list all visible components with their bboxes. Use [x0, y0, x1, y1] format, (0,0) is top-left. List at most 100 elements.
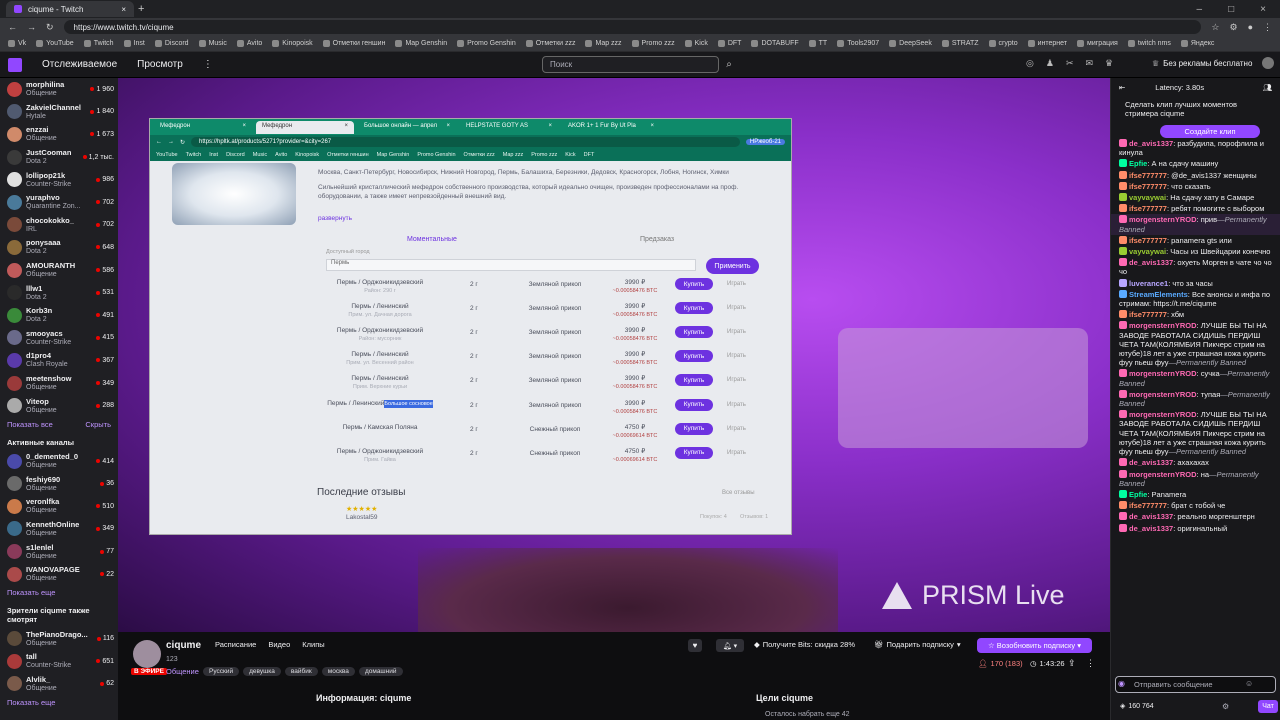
turbo-button[interactable]: ♕ Без рекламы бесплатно — [1152, 57, 1275, 69]
close-tab-icon[interactable]: × — [121, 5, 126, 14]
chat-username[interactable]: morgensternYROD — [1129, 215, 1197, 224]
star-icon[interactable]: ☆ — [1211, 22, 1219, 33]
gift-sub-button[interactable]: 🎁︎ Подарить подписку ▾ — [874, 640, 961, 649]
sidebar-channel[interactable]: IVANOVAPAGE Общение 22 — [0, 563, 118, 586]
sidebar-channel[interactable]: Viteop Общение 288 — [0, 394, 118, 417]
chat-username[interactable]: ifse777777 — [1129, 204, 1167, 213]
nav-following[interactable]: Отслеживаемое — [42, 59, 117, 70]
show-more-active[interactable]: Показать еще — [0, 585, 118, 600]
sidebar-channel[interactable]: Alvlik_ Общение 62 — [0, 673, 118, 696]
sidebar-channel[interactable]: ZakvielChannel Hytale 1 840 — [0, 101, 118, 124]
chat-username[interactable]: morgensternYROD — [1129, 390, 1197, 399]
moderation-icon[interactable]: ◎ — [1026, 58, 1034, 69]
chat-username[interactable]: de_avis1337 — [1129, 258, 1173, 267]
reload-icon[interactable]: ↻ — [46, 22, 54, 33]
search-input[interactable]: Поиск — [542, 56, 719, 73]
chat-badge-icon[interactable]: ◉ — [1118, 679, 1125, 688]
bookmark-item[interactable]: Kinopoisk — [272, 40, 313, 47]
bookmark-item[interactable]: Map Genshin — [395, 40, 447, 47]
chat-send-button[interactable]: Чат — [1258, 700, 1278, 713]
bookmark-item[interactable]: TT — [808, 40, 827, 47]
sidebar-channel[interactable]: lllw1 Dota 2 531 — [0, 281, 118, 304]
bookmark-item[interactable]: DeepSeek — [889, 40, 932, 47]
chat-username[interactable]: morgensternYROD — [1129, 369, 1197, 378]
stream-tag[interactable]: девушка — [243, 667, 281, 676]
bookmark-item[interactable]: миграция — [1077, 40, 1118, 47]
chat-username[interactable]: morgensternYROD — [1129, 410, 1197, 419]
chat-username[interactable]: de_avis1337 — [1129, 524, 1173, 533]
chat-settings-icon[interactable]: ⚙ — [1222, 702, 1229, 711]
sidebar-channel[interactable]: JustCooman Dota 2 1,2 тыс. — [0, 146, 118, 169]
resubscribe-button[interactable]: ☆ Возобновить подписку ▾ — [977, 638, 1092, 653]
collapse-chat-icon[interactable]: ⇤ — [1119, 83, 1125, 92]
bookmark-item[interactable]: Vk — [8, 40, 26, 47]
bookmark-item[interactable]: crypto — [988, 40, 1018, 47]
chat-username[interactable]: luverance1 — [1129, 279, 1168, 288]
bookmark-item[interactable]: Яндекс — [1180, 40, 1214, 47]
sidebar-channel[interactable]: morphilina Общение 1 960 — [0, 78, 118, 101]
sidebar-channel[interactable]: meetenshow Общение 349 — [0, 372, 118, 395]
bookmark-item[interactable]: Inst — [123, 40, 145, 47]
bookmark-item[interactable]: DFT — [717, 40, 741, 47]
profile-icon[interactable]: ● — [1248, 22, 1253, 32]
sidebar-channel[interactable]: AMOURANTH Общение 586 — [0, 259, 118, 282]
bookmark-item[interactable]: twitch nms — [1127, 40, 1171, 47]
bookmark-item[interactable]: Promo zzz — [631, 40, 675, 47]
bookmark-item[interactable]: Map zzz — [585, 40, 622, 47]
back-icon[interactable]: ← — [8, 22, 17, 32]
address-bar[interactable]: https://www.twitch.tv/ciqume — [63, 20, 1202, 34]
bookmark-item[interactable]: интернет — [1027, 40, 1067, 47]
chat-username[interactable]: morgensternYROD — [1129, 470, 1197, 479]
chat-username[interactable]: morgensternYROD — [1129, 321, 1197, 330]
chat-username[interactable]: ifse777777 — [1129, 310, 1167, 319]
bookmark-item[interactable]: Avito — [236, 40, 262, 47]
twitch-logo-icon[interactable] — [8, 57, 22, 72]
new-tab-icon[interactable]: + — [138, 3, 144, 15]
sidebar-channel[interactable]: chocokokko_ IRL 702 — [0, 214, 118, 237]
bookmark-item[interactable]: Kick — [684, 40, 708, 47]
stream-tag[interactable]: домашний — [358, 667, 403, 676]
hide-link[interactable]: Скрыть — [85, 420, 111, 429]
share-icon[interactable]: ⇪ — [1068, 658, 1076, 669]
sidebar-channel[interactable]: smooyacs Counter-Strike 415 — [0, 327, 118, 350]
chat-username[interactable]: ifse777777 — [1129, 236, 1167, 245]
search-icon[interactable]: ⌕ — [721, 56, 737, 73]
bookmark-item[interactable]: DOTABUFF — [751, 40, 799, 47]
sidebar-channel[interactable]: feshiy690 Общение 36 — [0, 473, 118, 496]
bookmark-item[interactable]: YouTube — [36, 40, 74, 47]
follow-heart-icon[interactable]: ♥ — [688, 639, 702, 652]
stream-category[interactable]: Общение — [166, 667, 199, 676]
channel-name[interactable]: ciqume — [166, 640, 201, 651]
channel-avatar[interactable] — [133, 640, 161, 668]
channel-link[interactable]: Клипы — [302, 640, 324, 649]
inbox-icon[interactable]: ✉ — [1085, 58, 1093, 69]
user-avatar[interactable] — [1262, 57, 1275, 69]
chat-username[interactable]: Epfie — [1129, 159, 1147, 168]
users-icon[interactable]: 👥︎ — [1262, 83, 1272, 92]
emote-icon[interactable]: ☺ — [1245, 679, 1253, 688]
create-clip-button[interactable]: Создайте клип — [1160, 125, 1260, 138]
maximize-icon[interactable]: □ — [1228, 4, 1234, 15]
channel-link[interactable]: Видео — [268, 640, 290, 649]
sidebar-channel[interactable]: 0_demented_0 Общение 414 — [0, 450, 118, 473]
sidebar-channel[interactable]: Korb3n Dota 2 491 — [0, 304, 118, 327]
forward-icon[interactable]: → — [27, 22, 36, 32]
show-more-also[interactable]: Показать еще — [0, 695, 118, 710]
bookmark-item[interactable]: Promo Genshin — [457, 40, 516, 47]
sidebar-channel[interactable]: ThePianoDrago... Общение 116 — [0, 627, 118, 650]
sidebar-channel[interactable]: ponysaaa Dota 2 648 — [0, 236, 118, 259]
sidebar-channel[interactable]: s1lenlel Общение 77 — [0, 540, 118, 563]
extensions-icon[interactable]: ⚙ — [1229, 22, 1237, 33]
chat-username[interactable]: vayvaywai — [1129, 247, 1166, 256]
sidebar-channel[interactable]: tall Counter-Strike 651 — [0, 650, 118, 673]
chat-username[interactable]: de_avis1337 — [1129, 512, 1173, 521]
chat-username[interactable]: ifse777777 — [1129, 171, 1167, 180]
bookmark-item[interactable]: Отметки zzz — [525, 40, 575, 47]
chat-username[interactable]: ifse777777 — [1129, 182, 1167, 191]
bits-button[interactable]: ◆ Получите Bits: скидка 28% — [754, 640, 855, 649]
chat-username[interactable]: StreamElements — [1129, 290, 1188, 299]
chat-username[interactable]: de_avis1337 — [1129, 139, 1173, 148]
show-more-link[interactable]: Показать все — [7, 420, 53, 429]
chat-username[interactable]: Epfie — [1129, 490, 1147, 499]
sidebar-channel[interactable]: enzzai Общение 1 673 — [0, 123, 118, 146]
